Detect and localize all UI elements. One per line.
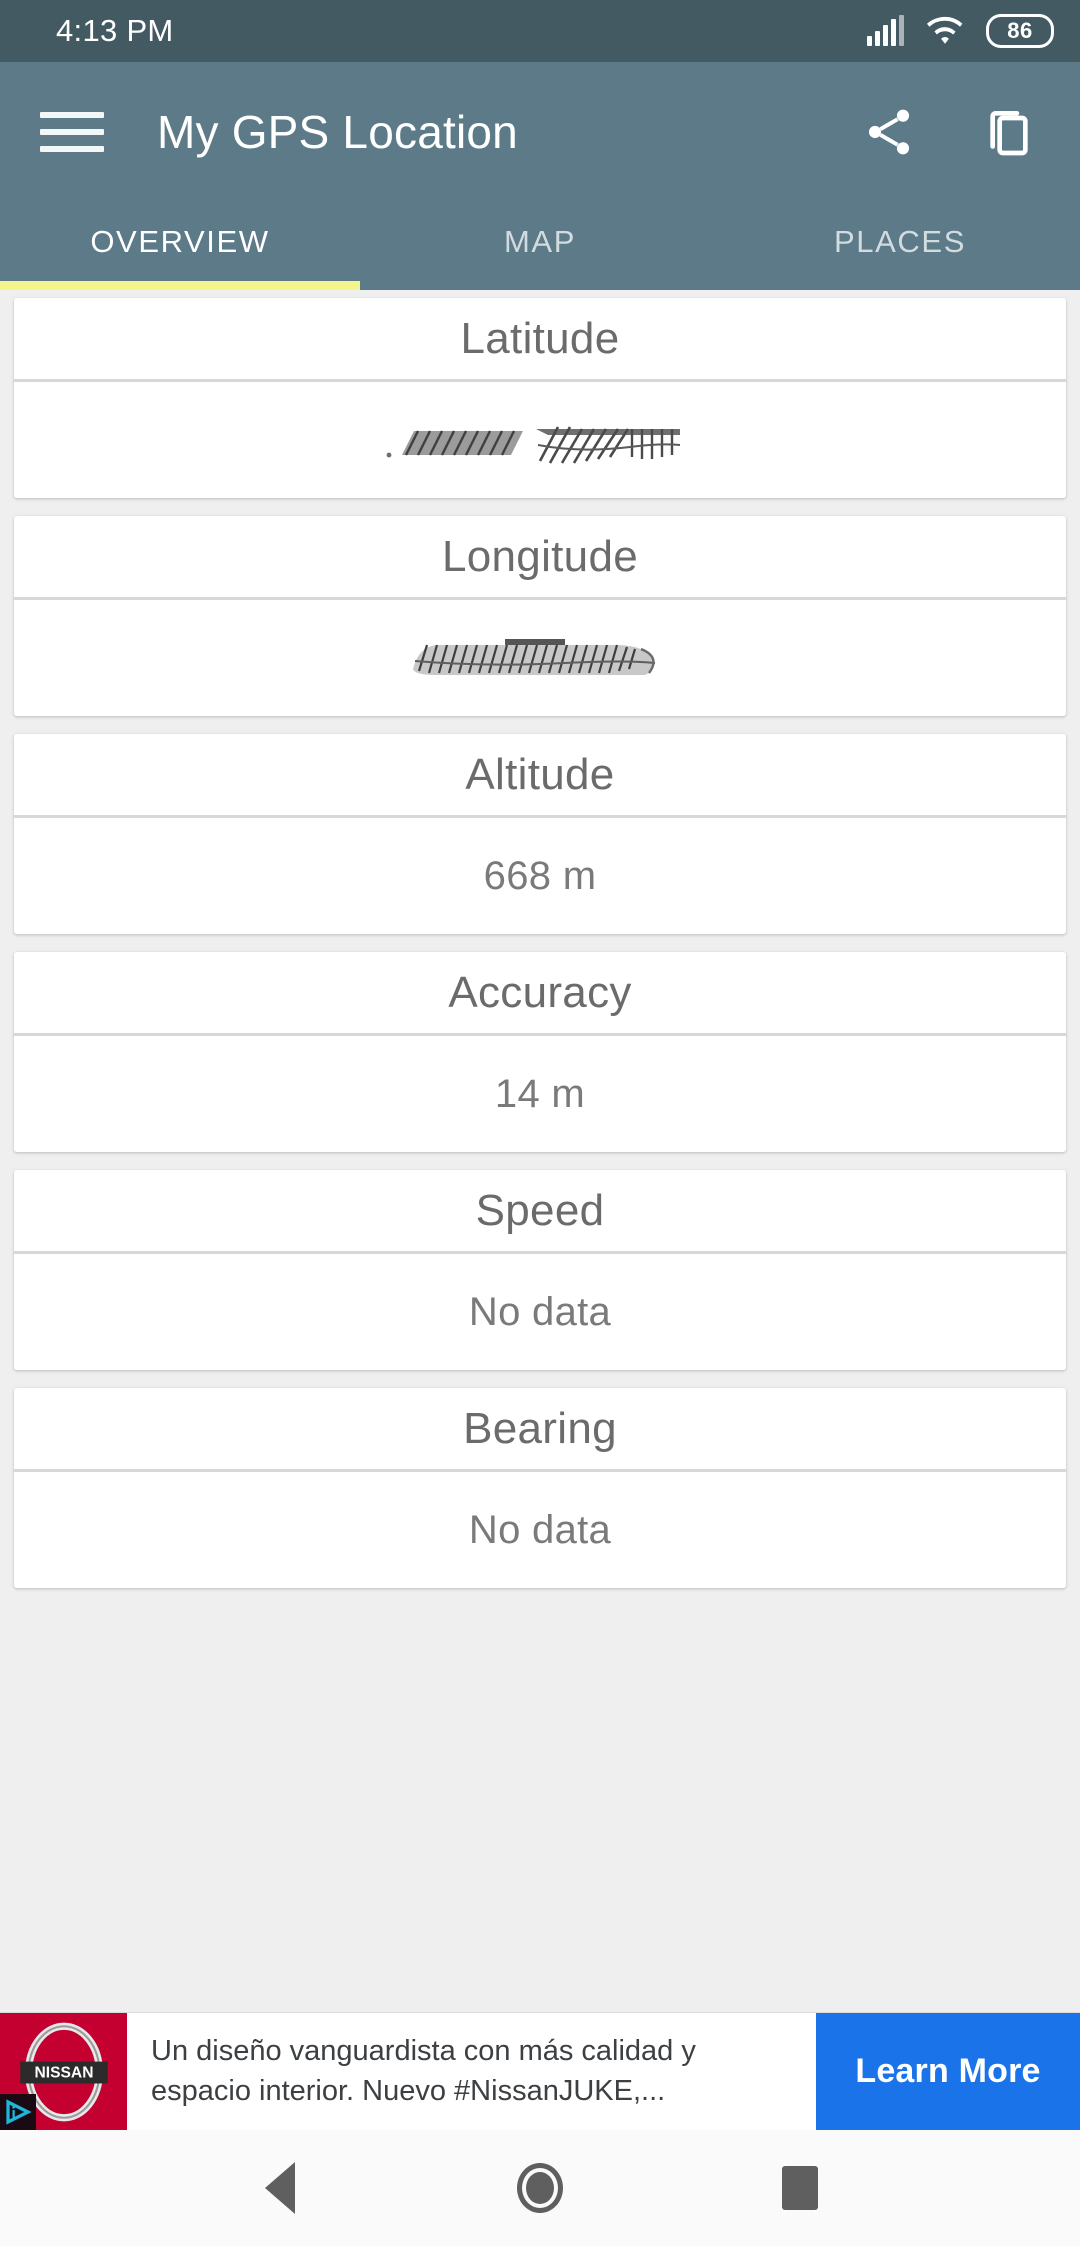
- battery-icon: 86: [986, 14, 1054, 48]
- adchoices-icon[interactable]: [0, 2094, 36, 2130]
- longitude-redacted-value: [405, 623, 675, 693]
- info-card-speed: Speed No data: [14, 1170, 1066, 1370]
- status-bar: 4:13 PM 86: [0, 0, 1080, 62]
- tab-overview[interactable]: OVERVIEW: [0, 202, 360, 290]
- status-icon-group: 86: [867, 14, 1054, 48]
- home-circle-icon: [517, 2163, 563, 2213]
- copy-button[interactable]: [978, 101, 1040, 163]
- nav-home-button[interactable]: [495, 2143, 585, 2233]
- tab-places[interactable]: PLACES: [720, 202, 1080, 290]
- redaction-scribble-icon: [413, 639, 656, 675]
- wifi-icon: [927, 16, 963, 44]
- share-icon: [868, 109, 910, 155]
- page-title: My GPS Location: [157, 106, 518, 158]
- app-bar: My GPS Location: [0, 62, 1080, 202]
- system-nav-bar: [0, 2130, 1080, 2246]
- card-value: 14 m: [494, 1071, 586, 1116]
- tab-indicator: [0, 281, 360, 290]
- nissan-wordmark: NISSAN: [34, 2064, 93, 2081]
- card-value: 668 m: [483, 853, 597, 898]
- card-value: [14, 382, 1066, 498]
- tab-bar: OVERVIEW MAP PLACES: [0, 202, 1080, 290]
- back-triangle-icon: [265, 2162, 295, 2214]
- info-card-latitude: Latitude: [14, 298, 1066, 498]
- nav-back-button[interactable]: [235, 2143, 325, 2233]
- overview-content: Latitude Longitude Altitude 668 m Accura…: [0, 290, 1080, 2012]
- ad-banner[interactable]: NISSAN Un diseño vanguardista con más ca…: [0, 2012, 1080, 2130]
- info-card-bearing: Bearing No data: [14, 1388, 1066, 1588]
- card-value: [14, 600, 1066, 716]
- card-title: Bearing: [14, 1388, 1066, 1472]
- adchoices-triangle-icon: [6, 2099, 32, 2125]
- ad-body-text: Un diseño vanguardista con más calidad y…: [151, 2035, 696, 2107]
- info-card-accuracy: Accuracy 14 m: [14, 952, 1066, 1152]
- card-title: Speed: [14, 1170, 1066, 1254]
- card-value: No data: [468, 1289, 612, 1334]
- ad-brand-logo: NISSAN: [0, 2013, 127, 2130]
- card-title: Latitude: [14, 298, 1066, 382]
- info-card-altitude: Altitude 668 m: [14, 734, 1066, 934]
- card-title: Altitude: [14, 734, 1066, 818]
- share-button[interactable]: [858, 101, 920, 163]
- battery-level: 86: [1007, 18, 1033, 43]
- hamburger-menu-icon[interactable]: [40, 112, 104, 152]
- card-title: Accuracy: [14, 952, 1066, 1036]
- card-title: Longitude: [14, 516, 1066, 600]
- ad-learn-more-button[interactable]: Learn More: [816, 2013, 1080, 2130]
- redaction-scribble-icon: [386, 426, 681, 464]
- info-card-longitude: Longitude: [14, 516, 1066, 716]
- nav-recents-button[interactable]: [755, 2143, 845, 2233]
- phone-screen: 4:13 PM 86 My GPS Location OVERVIEW MAP …: [0, 0, 1080, 2246]
- tab-map[interactable]: MAP: [360, 202, 720, 290]
- copy-icon: [990, 111, 1028, 156]
- recents-square-icon: [782, 2166, 818, 2210]
- card-value: No data: [468, 1507, 612, 1552]
- signal-icon: [867, 15, 904, 46]
- status-time: 4:13 PM: [56, 13, 174, 48]
- latitude-redacted-value: [380, 405, 700, 475]
- app-bar-actions: [858, 101, 1040, 163]
